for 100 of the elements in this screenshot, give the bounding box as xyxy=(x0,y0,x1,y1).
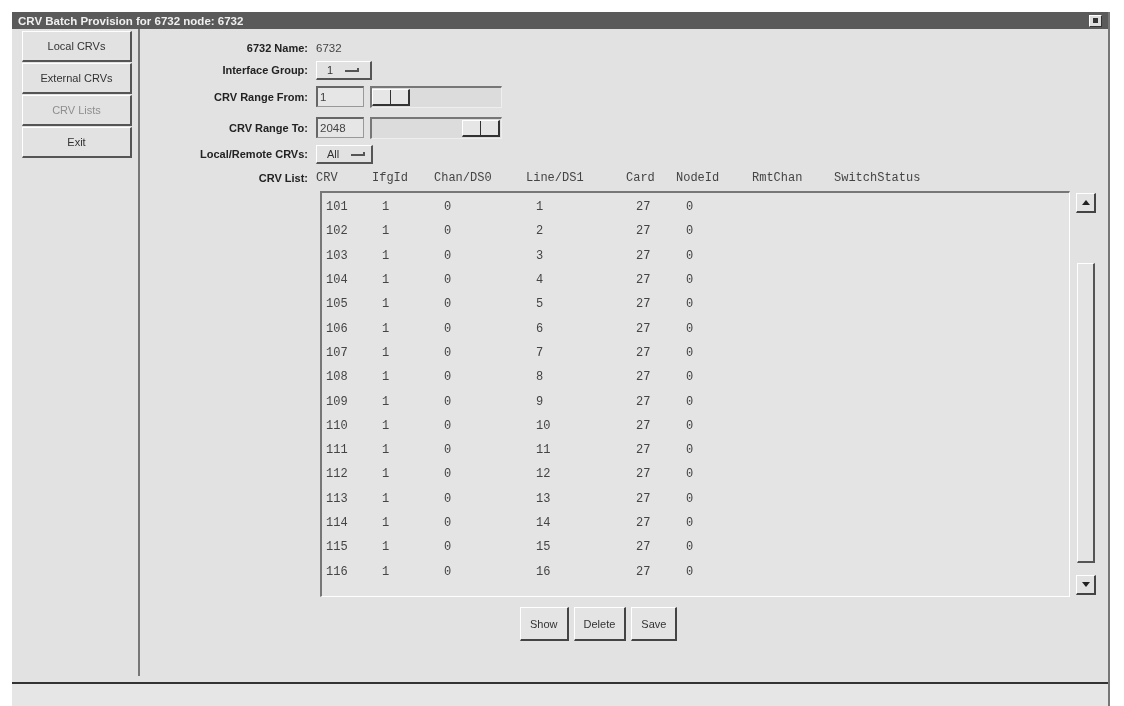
table-cell: 16 xyxy=(536,564,551,579)
table-cell: 12 xyxy=(536,467,551,482)
table-cell: 1 xyxy=(382,418,390,433)
table-cell: 0 xyxy=(444,516,452,530)
close-button[interactable] xyxy=(1089,14,1102,27)
table-cell: 0 xyxy=(444,297,452,312)
table-cell: 5 xyxy=(536,297,544,312)
table-cell: 1 xyxy=(382,345,390,360)
table-cell: 0 xyxy=(444,321,452,336)
table-cell: 27 xyxy=(636,443,651,458)
sidebar-button[interactable]: Local CRVs xyxy=(22,31,132,62)
column-header: Chan/DS0 xyxy=(434,171,492,185)
table-cell: 27 xyxy=(636,394,651,409)
table-cell: 0 xyxy=(444,443,452,458)
table-cell: 1 xyxy=(536,200,544,215)
table-cell: 27 xyxy=(636,248,651,263)
table-cell: 13 xyxy=(536,491,551,506)
option-menu[interactable]: All xyxy=(316,144,374,164)
table-cell: 27 xyxy=(636,516,651,530)
option-indicator-icon xyxy=(345,67,360,72)
table-cell: 106 xyxy=(326,321,348,336)
scroll-up-button[interactable] xyxy=(1076,193,1096,213)
table-cell: 1 xyxy=(382,224,390,239)
table-cell: 0 xyxy=(686,443,694,458)
column-header: IfgId xyxy=(372,171,408,185)
sidebar-button[interactable]: Exit xyxy=(22,127,132,158)
table-cell: 112 xyxy=(326,467,348,482)
table-cell: 0 xyxy=(686,467,694,482)
table-cell: 27 xyxy=(636,418,651,433)
table-cell: 7 xyxy=(536,345,544,360)
column-header: CRV xyxy=(316,171,338,185)
table-cell: 103 xyxy=(326,248,348,263)
field-label: CRV Range From: xyxy=(213,90,309,103)
table-cell: 0 xyxy=(686,370,694,385)
table-cell: 0 xyxy=(444,200,452,215)
table-cell: 6 xyxy=(536,321,544,336)
table-cell: 0 xyxy=(686,321,694,336)
slider-thumb[interactable] xyxy=(462,119,500,137)
option-menu[interactable]: 1 xyxy=(316,60,372,80)
table-cell: 0 xyxy=(444,370,452,385)
field-label: CRV Range To: xyxy=(227,121,309,134)
table-cell: 0 xyxy=(686,540,694,555)
slider-track[interactable] xyxy=(370,85,502,108)
table-cell: 8 xyxy=(536,370,544,385)
slider-track[interactable] xyxy=(370,116,502,139)
range-input[interactable]: 1 xyxy=(316,86,364,107)
action-button[interactable]: Save xyxy=(631,607,678,641)
table-cell: 0 xyxy=(444,564,452,579)
slider-thumb[interactable] xyxy=(372,88,410,106)
action-button[interactable]: Delete xyxy=(573,607,627,641)
table-cell: 1 xyxy=(382,370,390,385)
column-header: SwitchStatus xyxy=(834,171,921,185)
scrollbar-thumb[interactable] xyxy=(1077,263,1095,563)
table-cell: 2 xyxy=(536,224,544,239)
action-button[interactable]: Show xyxy=(520,607,569,641)
column-header: Card xyxy=(626,171,655,185)
table-cell: 1 xyxy=(382,273,390,288)
table-cell: 0 xyxy=(444,273,452,288)
table-cell: 104 xyxy=(326,273,348,288)
scroll-down-button[interactable] xyxy=(1076,575,1096,595)
table-cell: 1 xyxy=(382,540,390,555)
table-cell: 27 xyxy=(636,491,651,506)
range-input[interactable]: 2048 xyxy=(316,117,364,138)
table-cell: 101 xyxy=(326,200,348,215)
table-cell: 0 xyxy=(686,418,694,433)
table-cell: 0 xyxy=(686,224,694,239)
table-cell: 14 xyxy=(536,516,551,530)
column-header: RmtChan xyxy=(752,171,803,185)
table-cell: 1 xyxy=(382,467,390,482)
sidebar-button[interactable]: External CRVs xyxy=(22,63,132,94)
table-cell: 3 xyxy=(536,248,544,263)
table-cell: 27 xyxy=(636,467,651,482)
table-cell: 0 xyxy=(686,394,694,409)
field-label: Interface Group: xyxy=(221,64,309,76)
table-cell: 110 xyxy=(326,418,348,433)
table-cell: 9 xyxy=(536,394,544,409)
field-label: 6732 Name: xyxy=(245,42,309,54)
field-label: Local/Remote CRVs: xyxy=(199,148,309,160)
table-cell: 114 xyxy=(326,516,348,530)
table-cell: 0 xyxy=(686,297,694,312)
table-cell: 0 xyxy=(444,467,452,482)
table-cell: 1 xyxy=(382,443,390,458)
table-cell: 15 xyxy=(536,540,551,555)
table-cell: 0 xyxy=(686,345,694,360)
table-cell: 27 xyxy=(636,564,651,579)
table-cell: 108 xyxy=(326,370,348,385)
table-cell: 0 xyxy=(444,394,452,409)
table-cell: 107 xyxy=(326,345,348,360)
table-cell: 0 xyxy=(686,273,694,288)
table-cell: 1 xyxy=(382,248,390,263)
table-cell: 1 xyxy=(382,516,390,530)
window-title: CRV Batch Provision for 6732 node: 6732 xyxy=(18,14,244,27)
table-cell: 0 xyxy=(686,200,694,215)
table-cell: 109 xyxy=(326,394,348,409)
table-cell: 27 xyxy=(636,370,651,385)
table-cell: 0 xyxy=(444,248,452,263)
table-cell: 115 xyxy=(326,540,348,555)
scrollbar[interactable] xyxy=(1074,191,1098,597)
table-cell: 1 xyxy=(382,564,390,579)
table-cell: 4 xyxy=(536,273,544,288)
